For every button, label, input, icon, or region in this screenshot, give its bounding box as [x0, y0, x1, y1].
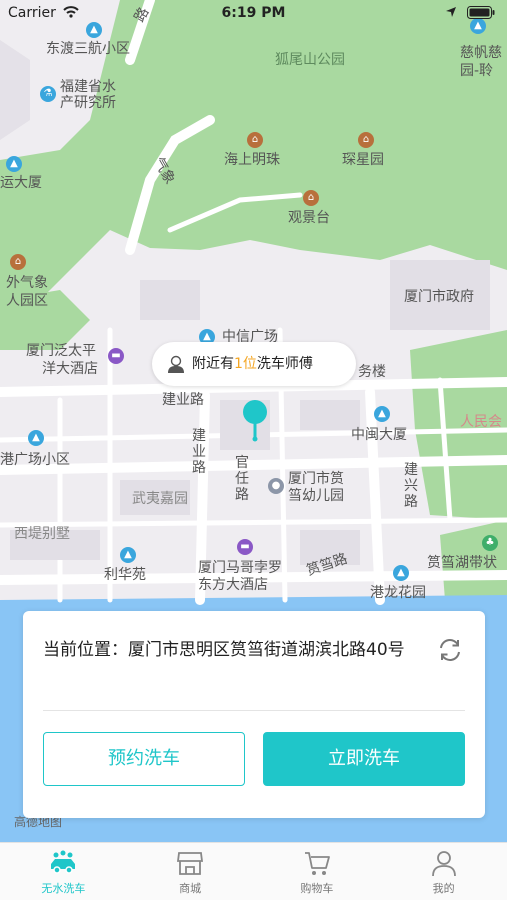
- card-divider: [43, 710, 465, 711]
- location-arrow-icon: [445, 7, 456, 17]
- tab-bar: 无水洗车 商城 购物车 我的: [0, 842, 507, 900]
- poi-icon-ganglong: ▲: [393, 565, 409, 581]
- map-label-huwei[interactable]: 狐尾山公园: [275, 51, 345, 69]
- reserve-wash-button[interactable]: 预约洗车: [43, 732, 245, 786]
- refresh-icon[interactable]: [437, 637, 463, 663]
- map-label-gangchang[interactable]: 港广场小区: [0, 451, 70, 469]
- poi-icon-chenxing: ⌂: [358, 132, 374, 148]
- poi-icon-youer: ●: [268, 478, 284, 494]
- status-time: 6:19 PM: [221, 5, 286, 21]
- map-label-renmin[interactable]: 人民会: [460, 413, 502, 431]
- profile-icon: [431, 851, 456, 877]
- map-label-waiqi1[interactable]: 外气象: [6, 274, 48, 292]
- location-card: 当前位置：厦门市思明区筼筜街道湖滨北路40号 预约洗车 立即洗车: [23, 611, 485, 818]
- current-location-text: 当前位置：厦门市思明区筼筜街道湖滨北路40号: [43, 640, 405, 660]
- map-label-lihua[interactable]: 利华苑: [104, 566, 146, 584]
- map-label-jianye: 建业路: [162, 392, 204, 408]
- map-label-fantai2[interactable]: 洋大酒店: [42, 360, 98, 378]
- map-label-jianxing: 建兴路: [404, 462, 418, 510]
- map-label-youer2[interactable]: 筜幼儿园: [288, 487, 344, 505]
- map-label-xidi[interactable]: 西堤别墅: [14, 525, 70, 543]
- tab-label: 购物车: [300, 882, 334, 895]
- battery-icon: [467, 6, 495, 19]
- store-icon: [177, 852, 204, 875]
- poi-icon-mage: ▬: [237, 539, 253, 555]
- tab-label: 我的: [432, 882, 455, 895]
- map-label-zhengfu[interactable]: 厦门市政府: [404, 288, 474, 306]
- poi-icon-haishang: ⌂: [247, 132, 263, 148]
- cart-icon: [304, 852, 330, 875]
- map-label-chenxing[interactable]: 琛星园: [342, 151, 384, 169]
- car-wash-icon: [51, 850, 76, 874]
- tab-store[interactable]: 商城: [127, 843, 254, 900]
- tab-car-wash[interactable]: 无水洗车: [0, 843, 127, 900]
- poi-icon-gangchang: ▲: [28, 430, 44, 446]
- location-pin-icon: [243, 400, 267, 442]
- bubble-suffix: 洗车师傅: [256, 356, 313, 372]
- map-label-haishang[interactable]: 海上明珠: [224, 151, 280, 169]
- poi-icon-hudai: ♣: [482, 535, 498, 551]
- map-label-cifan1[interactable]: 慈帆慈: [460, 44, 502, 62]
- poi-icon-yun: ▲: [6, 156, 22, 172]
- poi-icon-waiqi: ⌂: [10, 254, 26, 270]
- tab-label: 无水洗车: [41, 882, 86, 895]
- status-bar: Carrier 6:19 PM: [0, 0, 507, 30]
- map-label-mage2[interactable]: 东方大酒店: [198, 576, 268, 594]
- map-label-jianye-v: 建业路: [192, 428, 206, 476]
- map-label-dongdu[interactable]: 东渡三航小区: [46, 40, 130, 58]
- map-label-guanjing[interactable]: 观景台: [288, 209, 330, 227]
- bubble-prefix: 附近有: [192, 356, 234, 372]
- poi-icon-fantai: ▬: [108, 348, 124, 364]
- map-label-youer1[interactable]: 厦门市筼: [288, 470, 344, 488]
- map-label-zhongmin[interactable]: 中闽大厦: [351, 426, 407, 444]
- wash-now-button[interactable]: 立即洗车: [263, 732, 465, 786]
- poi-icon-fujian: ⚗: [40, 86, 56, 102]
- bubble-count: 1位: [234, 356, 257, 372]
- map-label-waiqi2[interactable]: 人园区: [6, 292, 48, 310]
- map-label-hudai[interactable]: 筼筜湖带状: [427, 554, 497, 572]
- poi-icon-zhongmin: ▲: [374, 406, 390, 422]
- map-label-cifan2[interactable]: 园-聆: [460, 62, 493, 80]
- map-label-mage1[interactable]: 厦门马哥孛罗: [198, 559, 282, 577]
- map-label-wulou[interactable]: 务楼: [358, 363, 386, 381]
- poi-icon-lihua: ▲: [120, 547, 136, 563]
- tab-label: 商城: [179, 882, 202, 895]
- poi-icon-guanjing: ⌂: [303, 190, 319, 206]
- map-label-fantai1[interactable]: 厦门泛太平: [26, 342, 96, 360]
- tab-cart[interactable]: 购物车: [254, 843, 381, 900]
- map-label-ganglong[interactable]: 港龙花园: [370, 584, 426, 602]
- map-label-guanren: 官任路: [235, 455, 249, 503]
- map-label-yun[interactable]: 运大厦: [0, 174, 42, 192]
- map-label-fujian2[interactable]: 产研究所: [60, 94, 116, 112]
- tab-profile[interactable]: 我的: [380, 843, 507, 900]
- washer-avatar-icon: [168, 355, 184, 373]
- status-right: [445, 5, 495, 21]
- nearby-washers-bubble[interactable]: 附近有1位洗车师傅: [152, 342, 356, 386]
- map-label-wuyi[interactable]: 武夷嘉园: [132, 490, 188, 508]
